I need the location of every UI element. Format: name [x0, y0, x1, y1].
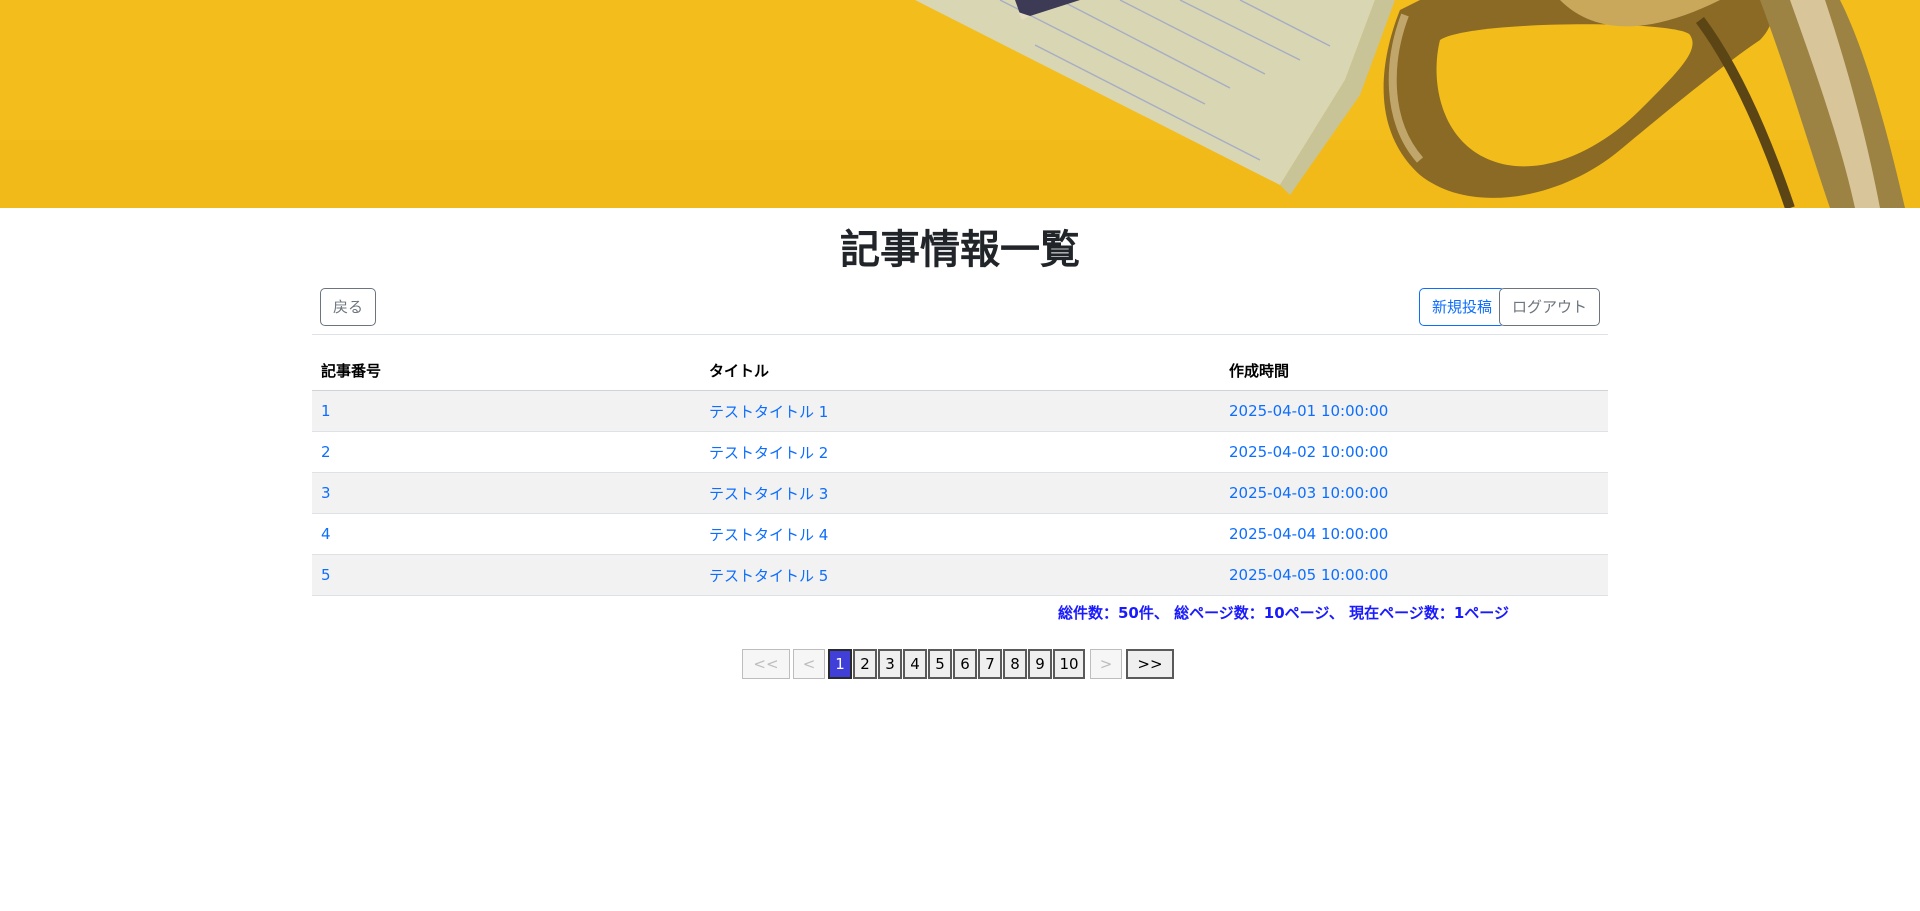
article-created-link[interactable]: 2025-04-02 10:00:00	[1229, 443, 1388, 461]
next-page-button[interactable]: >	[1090, 649, 1122, 679]
logout-button[interactable]: ログアウト	[1498, 288, 1600, 326]
table-row: 4 テストタイトル 4 2025-04-04 10:00:00	[312, 513, 1608, 555]
last-page-button[interactable]: >>	[1126, 649, 1174, 679]
article-number-link[interactable]: 3	[321, 484, 331, 502]
article-title-link[interactable]: テストタイトル 5	[709, 567, 828, 585]
page-button-3[interactable]: 3	[878, 649, 902, 679]
article-number-link[interactable]: 4	[321, 525, 331, 543]
back-button[interactable]: 戻る	[320, 288, 377, 326]
header-title: タイトル	[700, 350, 1220, 391]
page-button-9[interactable]: 9	[1028, 649, 1052, 679]
page-button-7[interactable]: 7	[978, 649, 1002, 679]
page-button-5[interactable]: 5	[928, 649, 952, 679]
article-created-link[interactable]: 2025-04-05 10:00:00	[1229, 566, 1388, 584]
article-title-link[interactable]: テストタイトル 2	[709, 444, 828, 462]
article-title-link[interactable]: テストタイトル 1	[709, 403, 828, 421]
hero-banner-image	[0, 0, 1920, 208]
article-title-link[interactable]: テストタイトル 4	[709, 526, 828, 544]
table-row: 2 テストタイトル 2 2025-04-02 10:00:00	[312, 431, 1608, 473]
header-created-time: 作成時間	[1220, 350, 1608, 391]
articles-table: 記事番号 タイトル 作成時間 1 テストタイトル 1 2025-04-01 10…	[312, 350, 1608, 596]
table-row: 5 テストタイトル 5 2025-04-05 10:00:00	[312, 554, 1608, 596]
page-button-10[interactable]: 10	[1053, 649, 1085, 679]
table-row: 1 テストタイトル 1 2025-04-01 10:00:00	[312, 390, 1608, 432]
new-post-button[interactable]: 新規投稿	[1418, 288, 1505, 326]
article-title-link[interactable]: テストタイトル 3	[709, 485, 828, 503]
prev-page-button[interactable]: <	[793, 649, 825, 679]
article-number-link[interactable]: 1	[321, 402, 331, 420]
page-button-2[interactable]: 2	[853, 649, 877, 679]
page-button-1[interactable]: 1	[828, 649, 852, 679]
article-created-link[interactable]: 2025-04-03 10:00:00	[1229, 484, 1388, 502]
pagination: << < 1 2 3 4 5 6 7 8 9 10 > >>	[742, 649, 1174, 679]
article-number-link[interactable]: 5	[321, 566, 331, 584]
header-article-number: 記事番号	[312, 350, 700, 391]
page-button-4[interactable]: 4	[903, 649, 927, 679]
table-row: 3 テストタイトル 3 2025-04-03 10:00:00	[312, 472, 1608, 514]
article-created-link[interactable]: 2025-04-01 10:00:00	[1229, 402, 1388, 420]
pagination-summary: 総件数：50件、 総ページ数：10ページ、 現在ページ数：1ページ	[1058, 604, 1509, 622]
toolbar: 戻る 新規投稿 ログアウト	[312, 288, 1608, 335]
table-header-row: 記事番号 タイトル 作成時間	[312, 350, 1608, 391]
article-number-link[interactable]: 2	[321, 443, 331, 461]
page-button-6[interactable]: 6	[953, 649, 977, 679]
article-created-link[interactable]: 2025-04-04 10:00:00	[1229, 525, 1388, 543]
page-title: 記事情報一覧	[840, 227, 1080, 273]
page-button-8[interactable]: 8	[1003, 649, 1027, 679]
first-page-button[interactable]: <<	[742, 649, 790, 679]
